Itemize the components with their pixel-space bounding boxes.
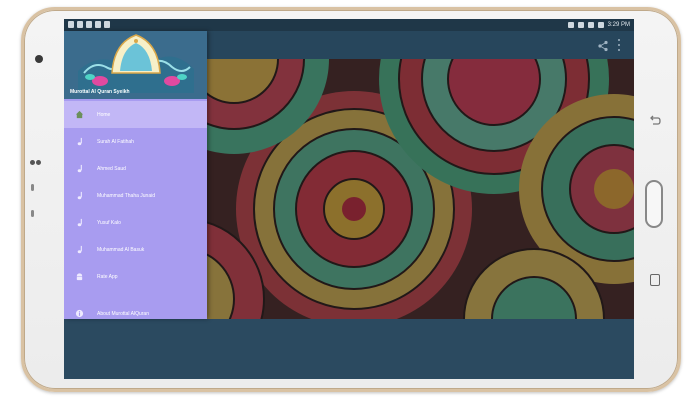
hardware-recent-apps-button[interactable]	[650, 274, 660, 286]
menu-item-label: About Murottal AlQuran	[97, 310, 149, 317]
hardware-home-button[interactable]	[645, 180, 663, 228]
overflow-menu-icon[interactable]	[617, 39, 621, 51]
system-icons: 3:29 PM	[567, 20, 630, 30]
info-icon	[74, 309, 84, 319]
screen: 3:29 PM Murottal Al Quran Syeikh Home Su…	[64, 19, 634, 379]
menu-item-muhammad-thaha-junaid[interactable]: Muhammad Thaha Junaid	[64, 182, 207, 209]
menu-item-home[interactable]: Home	[64, 101, 207, 128]
speaker-grille	[31, 184, 34, 191]
menu-item-label: Muhammad Thaha Junaid	[97, 192, 155, 199]
menu-item-label: Home	[97, 111, 111, 118]
drawer-header: Murottal Al Quran Syeikh	[64, 31, 207, 99]
music-note-icon	[74, 191, 84, 201]
menu-item-label: Yusuf Kalo	[97, 219, 121, 226]
sync-icon	[567, 22, 574, 28]
music-note-icon	[74, 137, 84, 147]
android-icon	[74, 272, 84, 282]
download-icon	[95, 21, 101, 28]
music-note-icon	[74, 245, 84, 255]
drawer-header-title: Murottal Al Quran Syeikh	[70, 89, 130, 95]
drawer-menu: Home Surah Al Fatihah Ahmed Saud Muhamma…	[64, 101, 207, 327]
menu-item-muhammad-al-basuk[interactable]: Muhammad Al Basuk	[64, 236, 207, 263]
sensor-icon	[30, 160, 35, 165]
image-icon	[77, 21, 83, 28]
music-note-icon	[74, 218, 84, 228]
menu-item-about[interactable]: About Murottal AlQuran	[64, 300, 207, 327]
menu-item-label: Rate App	[97, 273, 118, 280]
quran-logo	[78, 34, 194, 93]
wifi-icon	[587, 22, 594, 28]
bluetooth-icon	[104, 21, 110, 28]
menu-item-yusuf-kalo[interactable]: Yusuf Kalo	[64, 209, 207, 236]
navigation-drawer: Murottal Al Quran Syeikh Home Surah Al F…	[64, 31, 207, 319]
home-icon	[74, 110, 84, 120]
sensor-icon	[36, 160, 41, 165]
menu-item-label: Muhammad Al Basuk	[97, 246, 145, 253]
speaker-grille	[31, 210, 34, 217]
bottom-panel	[64, 319, 634, 379]
share-icon[interactable]	[597, 39, 609, 52]
camera-icon	[35, 55, 43, 63]
menu-divider	[64, 290, 207, 300]
status-bar: 3:29 PM	[64, 19, 634, 31]
status-time: 3:29 PM	[607, 22, 630, 28]
notification-icon	[68, 21, 74, 28]
menu-item-surah-al-fatihah[interactable]: Surah Al Fatihah	[64, 128, 207, 155]
menu-item-label: Surah Al Fatihah	[97, 138, 134, 145]
notification-icons	[68, 21, 110, 28]
hardware-back-button[interactable]	[648, 114, 662, 128]
menu-item-ahmed-saud[interactable]: Ahmed Saud	[64, 155, 207, 182]
music-note-icon	[74, 164, 84, 174]
download-icon	[86, 21, 92, 28]
battery-icon	[597, 22, 604, 28]
menu-item-label: Ahmed Saud	[97, 165, 126, 172]
mute-icon	[577, 22, 584, 28]
menu-item-rate-app[interactable]: Rate App	[64, 263, 207, 290]
